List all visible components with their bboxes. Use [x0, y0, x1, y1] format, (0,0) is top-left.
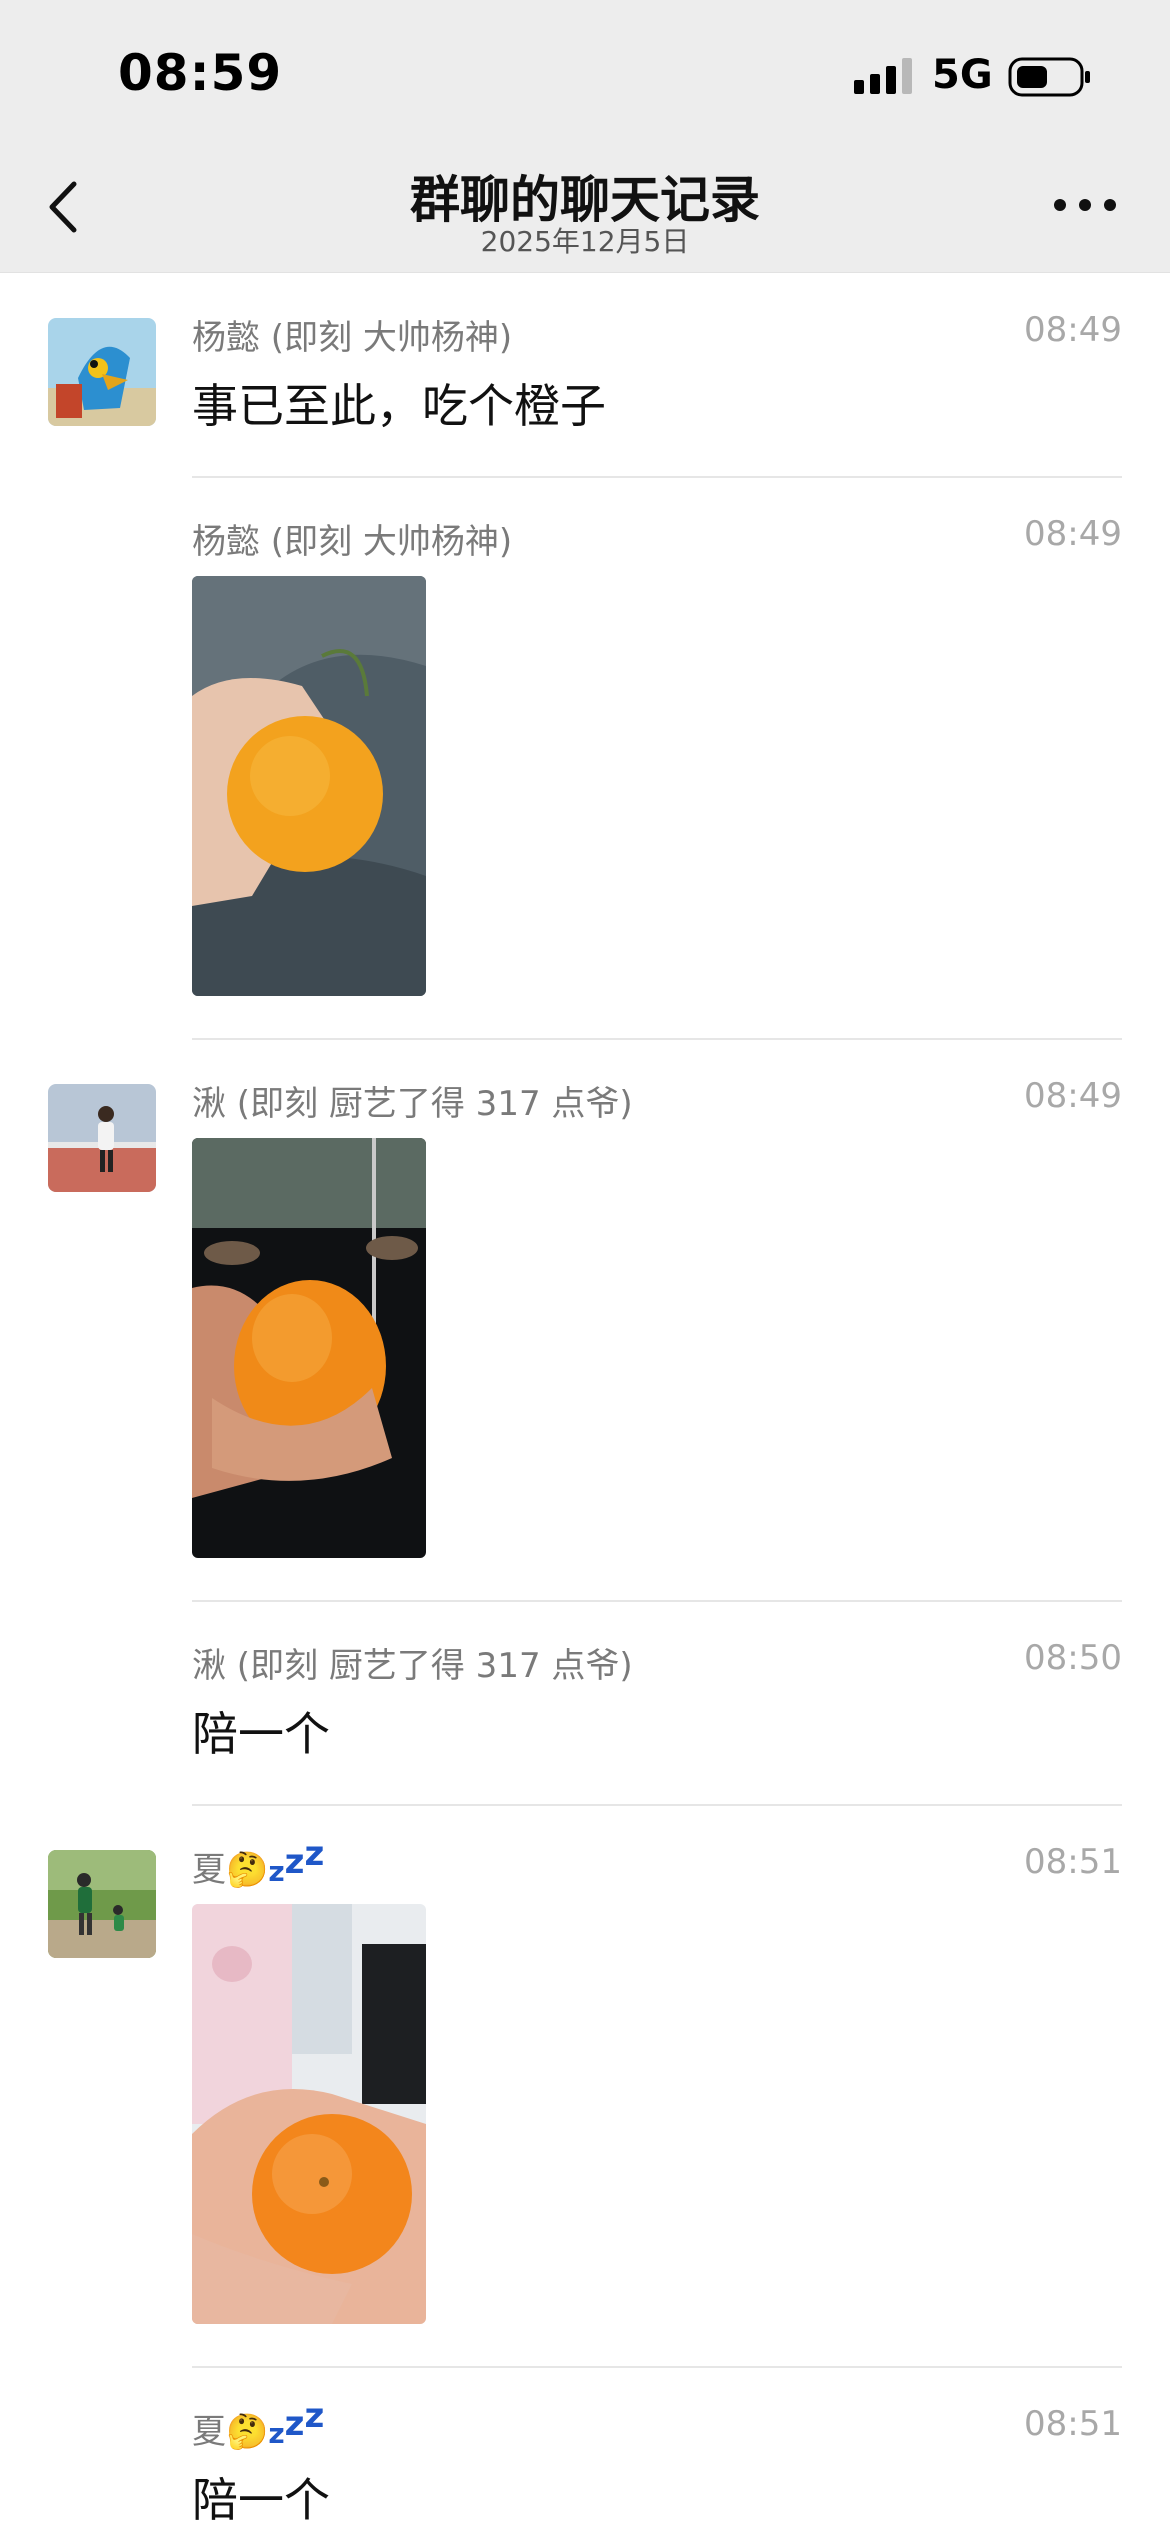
- sleep-zz-icon: zzz: [268, 1834, 325, 1888]
- message-time: 08:49: [1024, 310, 1122, 350]
- divider: [192, 2366, 1122, 2368]
- sender-name: 湫 (即刻 厨艺了得 317 点爷): [192, 1646, 633, 1686]
- message-text[interactable]: 陪一个: [192, 2464, 330, 2530]
- battery-icon: [1008, 57, 1090, 97]
- more-dots-icon[interactable]: [1050, 190, 1120, 220]
- message-text[interactable]: 事已至此，吃个橙子: [192, 370, 606, 436]
- message-time: 08:51: [1024, 2404, 1122, 2444]
- sender-name: 湫 (即刻 厨艺了得 317 点爷): [192, 1084, 633, 1124]
- sender-name: 夏🤔zzz: [192, 1834, 325, 1890]
- avatar[interactable]: [48, 1084, 156, 1192]
- orange-photo[interactable]: [192, 1138, 426, 1558]
- top-bar: 08:59 5G 群聊的聊天记录 2025年12月5日: [0, 0, 1170, 273]
- message-time: 08:49: [1024, 1076, 1122, 1116]
- message-time: 08:49: [1024, 514, 1122, 554]
- network-label: 5G: [932, 52, 993, 98]
- divider: [192, 1804, 1122, 1806]
- orange-photo[interactable]: [192, 576, 426, 996]
- sender-name: 杨懿 (即刻 大帅杨神): [192, 522, 513, 562]
- avatar[interactable]: [48, 1850, 156, 1958]
- signal-icon: [854, 58, 912, 94]
- avatar[interactable]: [48, 318, 156, 426]
- sender-name: 夏🤔zzz: [192, 2396, 325, 2452]
- message-time: 08:50: [1024, 1638, 1122, 1678]
- page-subtitle: 2025年12月5日: [480, 225, 690, 258]
- message-text[interactable]: 陪一个: [192, 1698, 330, 1764]
- divider: [192, 1600, 1122, 1602]
- orange-photo[interactable]: [192, 1904, 426, 2324]
- divider: [192, 476, 1122, 478]
- message-time: 08:51: [1024, 1842, 1122, 1882]
- divider: [192, 1038, 1122, 1040]
- sleep-zz-icon: zzz: [268, 2396, 325, 2450]
- sender-name: 杨懿 (即刻 大帅杨神): [192, 318, 513, 358]
- status-time: 08:59: [118, 44, 283, 102]
